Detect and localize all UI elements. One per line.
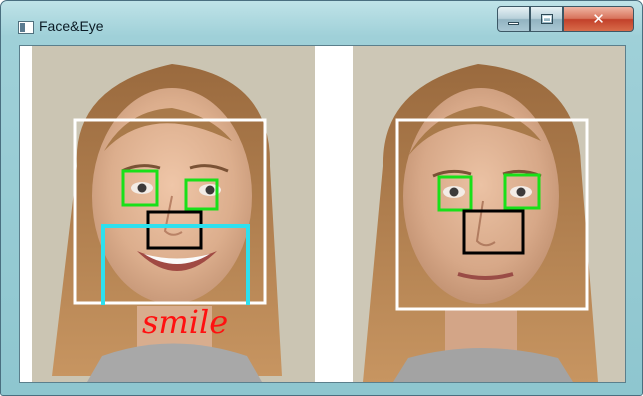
minimize-icon [508,21,519,25]
maximize-button[interactable] [530,6,563,32]
app-window-icon[interactable] [18,21,34,34]
left-pupil [449,187,459,197]
window-title: Face&Eye [39,18,104,34]
right-pupil [205,185,215,195]
minimize-button[interactable] [497,6,530,32]
smile-label: smile [142,303,228,341]
left-pupil [137,183,147,193]
maximize-icon [540,14,553,24]
left-face-image: smile [32,46,315,382]
close-button[interactable]: ✕ [563,6,634,32]
face-eye-window: Face&Eye ✕ smile [0,0,643,396]
right-face-image [353,46,625,382]
title-bar[interactable]: Face&Eye ✕ [1,1,642,45]
window-controls: ✕ [497,6,634,32]
close-icon: ✕ [592,10,605,28]
right-pupil [516,187,526,197]
image-display-area: smile [19,45,626,383]
